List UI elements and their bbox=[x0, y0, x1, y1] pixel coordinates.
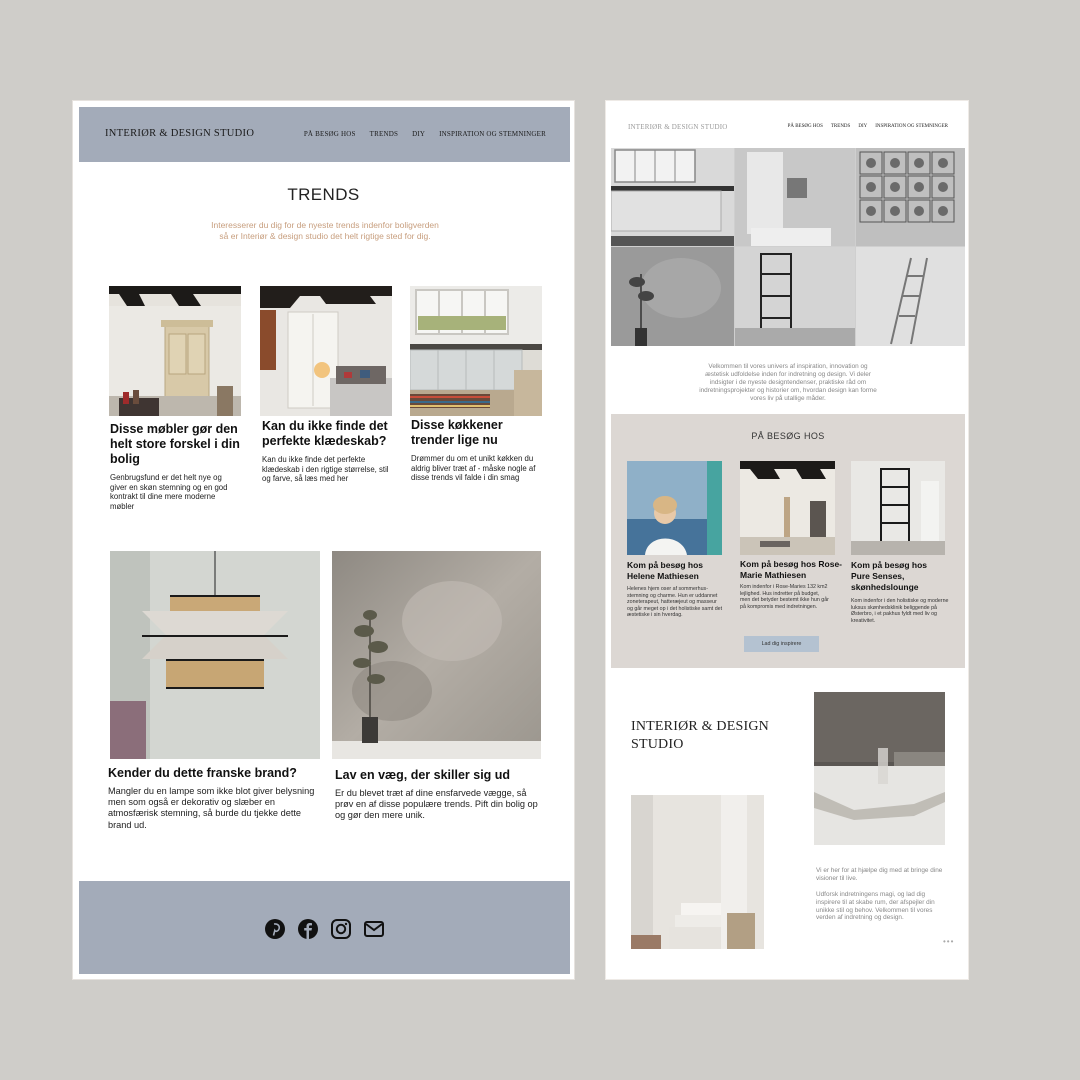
nav-item-paa-besoeg-hos[interactable]: PÅ BESØG HOS bbox=[788, 124, 823, 129]
hero-collage bbox=[611, 148, 965, 346]
studio-title-line2: STUDIO bbox=[631, 737, 684, 752]
section-title: PÅ BESØG HOS bbox=[751, 431, 825, 441]
nav-item-paa-besoeg-hos[interactable]: PÅ BESØG HOS bbox=[304, 130, 356, 138]
site-footer bbox=[79, 881, 570, 974]
card-text: Genbrugsfund er det helt nye og giver en… bbox=[110, 473, 228, 511]
nav-item-trends[interactable]: TRENDS bbox=[831, 124, 850, 129]
visit-card-text: Kom indenfor i den holistiske og moderne… bbox=[851, 598, 949, 624]
inspire-button[interactable]: Lad dig inspirere bbox=[744, 636, 819, 652]
main-nav: PÅ BESØG HOS TRENDS DIY INSPIRATION OG S… bbox=[788, 124, 948, 129]
visit-card-text: Helenes hjem oser af sommerhus-stemning … bbox=[627, 586, 723, 618]
main-nav: PÅ BESØG HOS TRENDS DIY INSPIRATION OG S… bbox=[304, 130, 546, 138]
visit-image-helene[interactable] bbox=[627, 461, 722, 555]
card-title[interactable]: Kan du ikke finde det perfekte klædeskab… bbox=[262, 419, 392, 449]
visit-image-rose-marie[interactable] bbox=[740, 461, 835, 555]
welcome-text: Velkommen til vores univers af inspirati… bbox=[699, 363, 877, 402]
studio-text-1: Vi er her for at hjælpe dig med at bring… bbox=[816, 867, 943, 882]
trends-page-mockup: INTERIØR & DESIGN STUDIO PÅ BESØG HOS TR… bbox=[72, 100, 575, 980]
page-intro: Interesserer du dig for de nyeste trends… bbox=[211, 220, 439, 241]
card-title[interactable]: Lav en væg, der skiller sig ud bbox=[335, 768, 510, 782]
nav-item-diy[interactable]: DIY bbox=[858, 124, 867, 129]
page-title: TRENDS bbox=[287, 185, 360, 204]
card-image-wall[interactable] bbox=[332, 551, 541, 759]
visit-card-text: Kom indenfor i Rose-Maries 132 km2 lejli… bbox=[740, 584, 829, 610]
visit-section: PÅ BESØG HOS Kom på besøg hos Helene Mat… bbox=[611, 414, 965, 668]
studio-image-table bbox=[814, 692, 945, 845]
site-header: INTERIØR & DESIGN STUDIO PÅ BESØG HOS TR… bbox=[79, 107, 570, 162]
studio-title-line1: INTERIØR & DESIGN bbox=[631, 719, 769, 734]
visit-card-title[interactable]: Kom på besøg hos Helene Mathiesen bbox=[627, 560, 723, 582]
instagram-icon[interactable] bbox=[330, 918, 352, 940]
social-links bbox=[79, 918, 570, 940]
studio-title: INTERIØR & DESIGN STUDIO bbox=[631, 718, 769, 754]
nav-item-trends[interactable]: TRENDS bbox=[370, 130, 398, 138]
nav-item-inspiration[interactable]: INSPIRATION OG STEMNINGER bbox=[439, 130, 546, 138]
card-text: Er du blevet træt af dine ensfarvede væg… bbox=[335, 788, 538, 821]
card-title[interactable]: Kender du dette franske brand? bbox=[108, 766, 297, 780]
home-page-mockup: INTERIØR & DESIGN STUDIO PÅ BESØG HOS TR… bbox=[605, 100, 969, 980]
card-text: Drømmer du om et unikt køkken du aldrig … bbox=[411, 454, 536, 483]
card-title[interactable]: Disse møbler gør den helt store forskel … bbox=[110, 422, 244, 467]
nav-item-inspiration[interactable]: INSPIRATION OG STEMNINGER bbox=[875, 124, 948, 129]
card-text: Kan du ikke finde det perfekte klædeskab… bbox=[262, 455, 389, 484]
visit-image-pure-senses[interactable] bbox=[851, 461, 945, 555]
visit-card-title[interactable]: Kom på besøg hos Pure Senses, skønhedslo… bbox=[851, 560, 945, 593]
card-text: Mangler du en lampe som ikke blot giver … bbox=[108, 786, 315, 830]
card-image-cabinet[interactable] bbox=[109, 286, 241, 416]
studio-image-stairs bbox=[631, 795, 764, 949]
mail-icon[interactable] bbox=[363, 918, 385, 940]
card-image-kitchen[interactable] bbox=[410, 286, 542, 416]
visit-card-title[interactable]: Kom på besøg hos Rose-Marie Mathiesen bbox=[740, 559, 844, 581]
card-title[interactable]: Disse køkkener trender lige nu bbox=[411, 418, 541, 448]
more-dots-icon[interactable]: ••• bbox=[943, 937, 954, 946]
card-image-lamp[interactable] bbox=[110, 551, 320, 759]
facebook-icon[interactable] bbox=[297, 918, 319, 940]
card-image-wardrobe[interactable] bbox=[260, 286, 392, 416]
pinterest-icon[interactable] bbox=[264, 918, 286, 940]
studio-text-2: Udforsk indretningens magi, og lad dig i… bbox=[816, 891, 935, 922]
site-logo[interactable]: INTERIØR & DESIGN STUDIO bbox=[105, 128, 254, 139]
site-logo[interactable]: INTERIØR & DESIGN STUDIO bbox=[628, 123, 728, 131]
nav-item-diy[interactable]: DIY bbox=[412, 130, 425, 138]
